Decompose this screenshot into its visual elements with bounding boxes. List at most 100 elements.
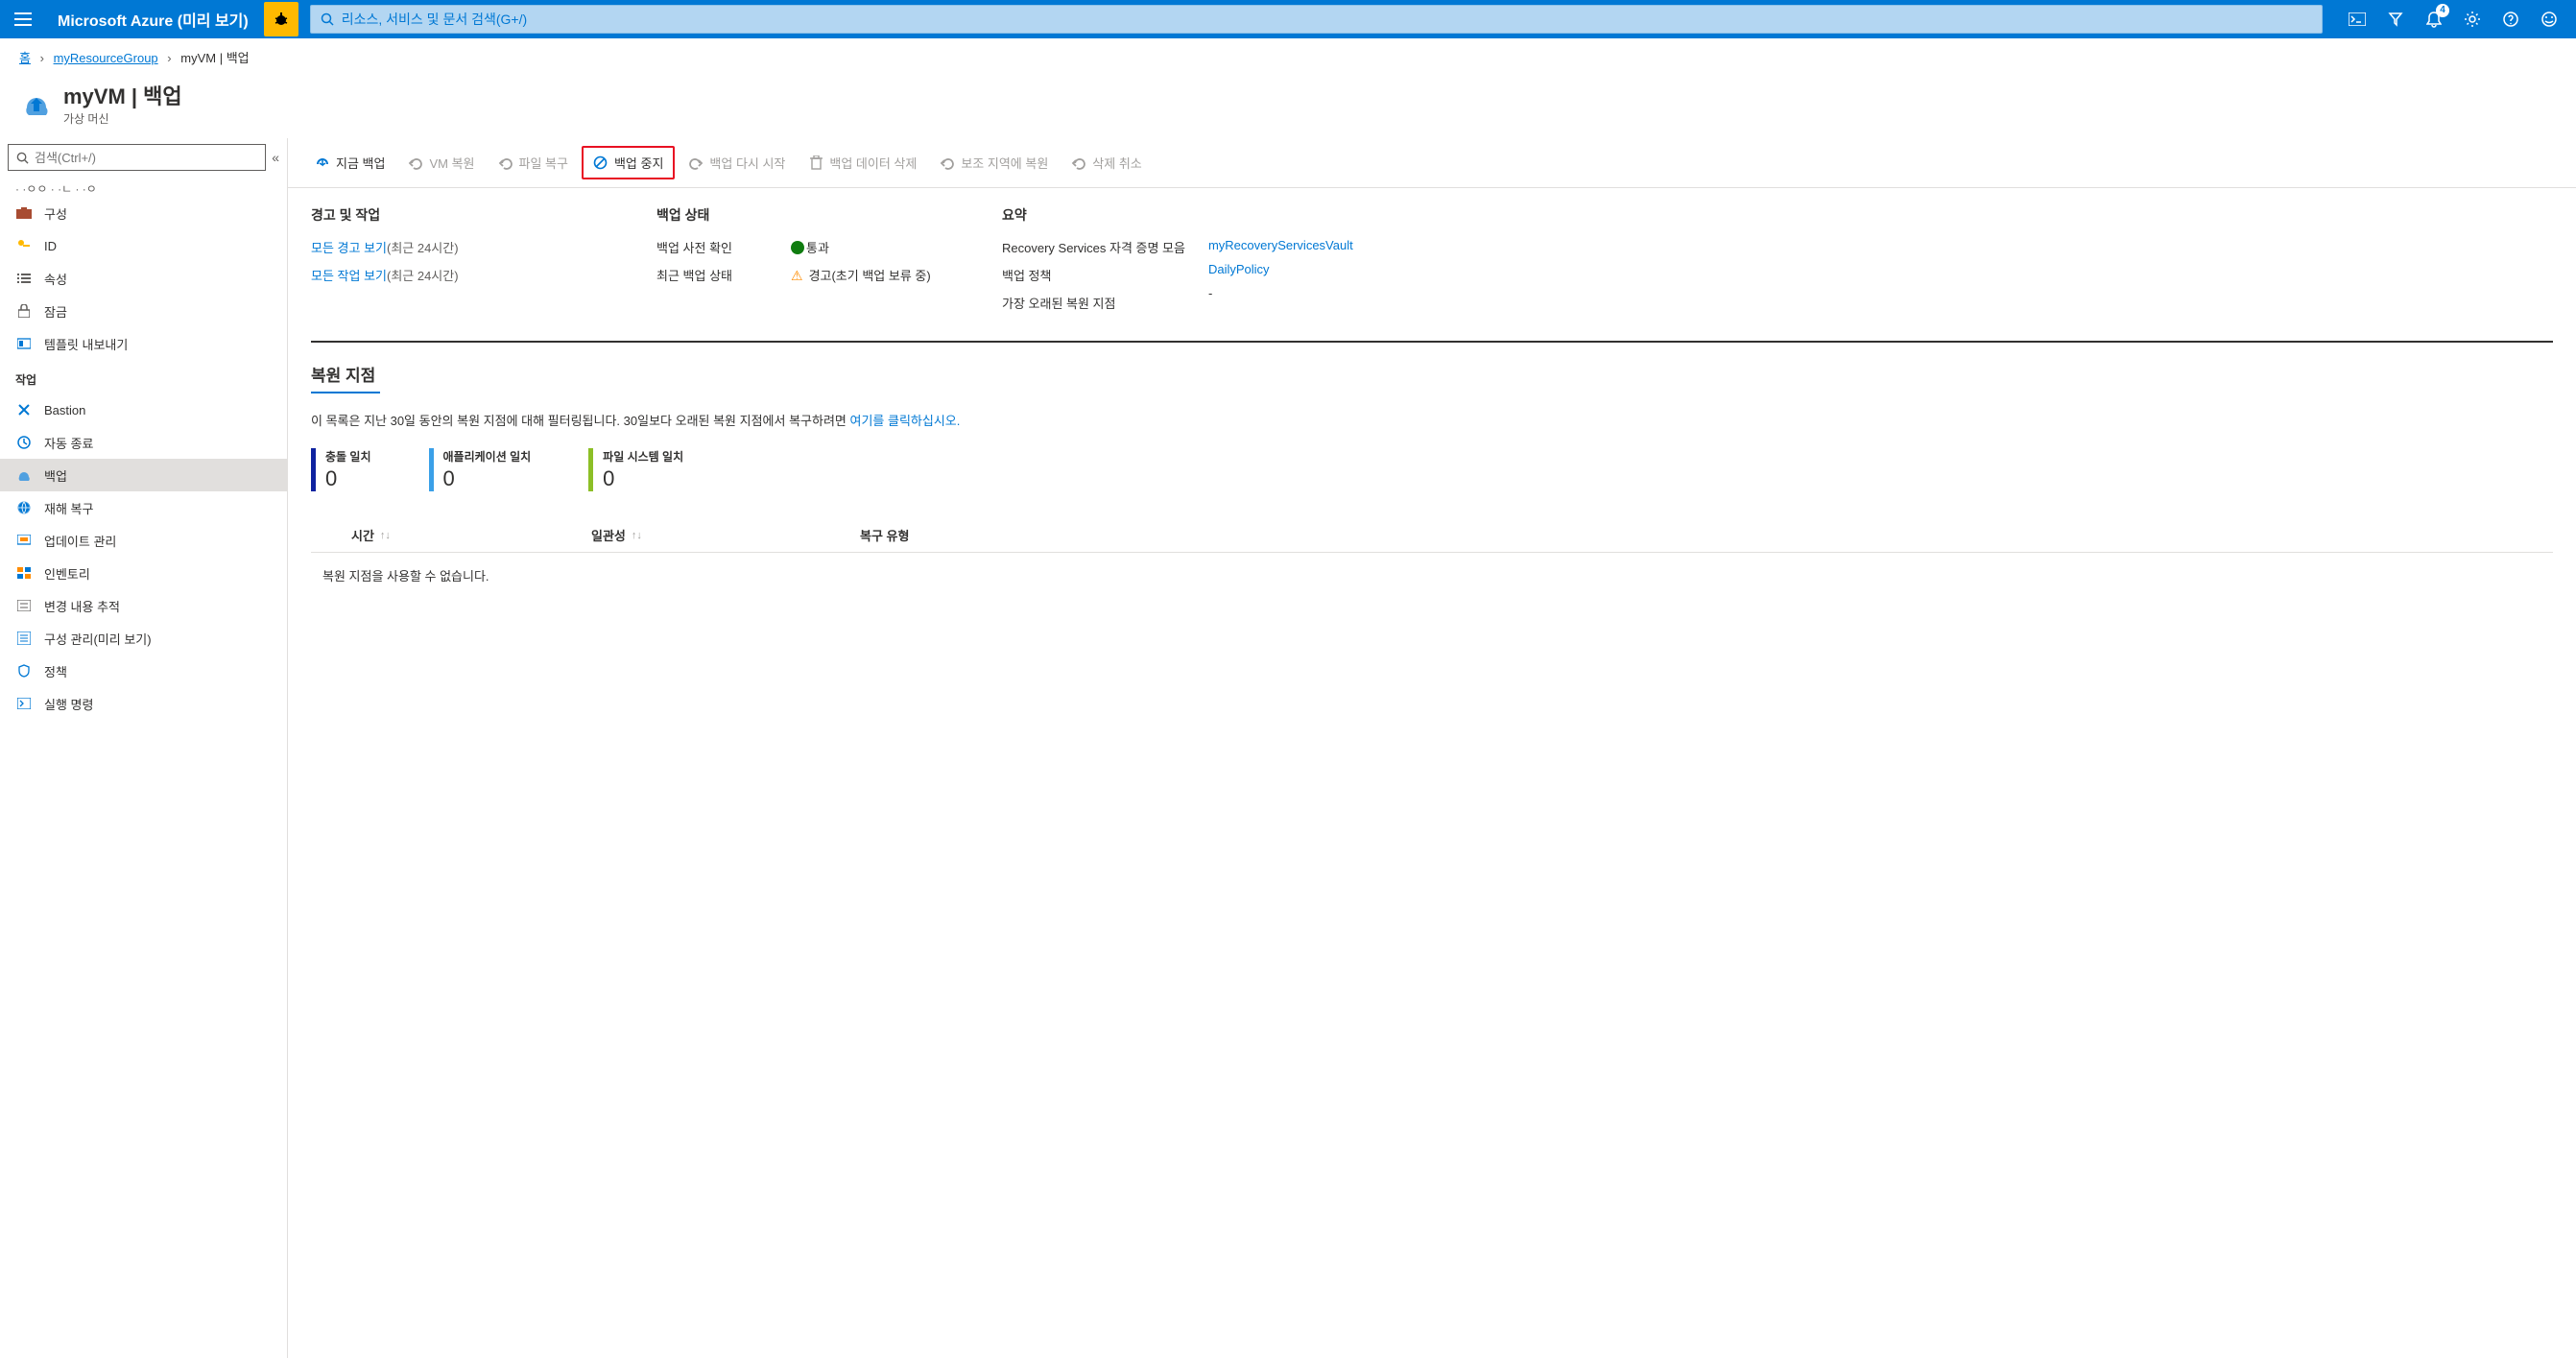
sidebar-item-identity[interactable]: ID <box>0 229 287 262</box>
cloud-shell-icon[interactable] <box>2338 0 2376 38</box>
sidebar-item-auto-shutdown[interactable]: 자동 종료 <box>0 426 287 459</box>
sidebar-item-run-command[interactable]: 실행 명령 <box>0 687 287 720</box>
sidebar-item-config-management[interactable]: 구성 관리(미리 보기) <box>0 622 287 655</box>
policy-link[interactable]: DailyPolicy <box>1208 262 1353 276</box>
feedback-icon[interactable] <box>2530 0 2568 38</box>
sidebar-item-label: 업데이트 관리 <box>44 532 116 550</box>
sidebar-item-label: 재해 복구 <box>44 499 93 517</box>
sidebar-item-policies[interactable]: 정책 <box>0 655 287 687</box>
global-search-input[interactable] <box>342 12 2312 27</box>
sidebar-item-backup[interactable]: 백업 <box>0 459 287 491</box>
topbar-actions: 4 <box>2330 0 2576 38</box>
all-jobs-link[interactable]: 모든 작업 보기 <box>311 266 387 284</box>
sidebar-item-label: Bastion <box>44 403 85 417</box>
search-icon <box>321 12 334 26</box>
preview-bug-icon[interactable] <box>264 2 298 36</box>
sidebar-item-update-management[interactable]: 업데이트 관리 <box>0 524 287 557</box>
key-icon <box>15 237 33 254</box>
sidebar-search[interactable] <box>8 144 266 171</box>
sidebar-item-change-tracking[interactable]: 변경 내용 추적 <box>0 589 287 622</box>
file-recovery-button[interactable]: 파일 복구 <box>489 148 578 178</box>
resume-icon <box>688 155 704 171</box>
restore-counters: 충돌 일치 0 애플리케이션 일치 0 파일 시스템 일치 0 <box>311 448 2553 491</box>
resume-backup-button[interactable]: 백업 다시 시작 <box>679 148 795 178</box>
restore-secondary-button[interactable]: 보조 지역에 복원 <box>930 148 1058 178</box>
oldest-label: 가장 오래된 복원 지점 <box>1002 294 1185 312</box>
sidebar-item-label: 정책 <box>44 662 67 680</box>
backup-now-button[interactable]: 지금 백업 <box>305 148 394 178</box>
page-header: myVM | 백업 가상 머신 <box>0 76 2576 138</box>
page-subtitle: 가상 머신 <box>63 110 182 127</box>
policy-label: 백업 정책 <box>1002 266 1185 284</box>
sidebar-item-bastion[interactable]: Bastion <box>0 393 287 426</box>
undo-delete-button[interactable]: 삭제 취소 <box>1061 148 1151 178</box>
sidebar-collapse[interactable]: « <box>272 150 279 165</box>
brand-label[interactable]: Microsoft Azure (미리 보기) <box>46 8 260 31</box>
sidebar-item-inventory[interactable]: 인벤토리 <box>0 557 287 589</box>
breadcrumb-group[interactable]: myResourceGroup <box>54 51 158 65</box>
restore-points-title: 복원 지점 <box>311 362 2553 386</box>
notifications-icon[interactable]: 4 <box>2415 0 2453 38</box>
update-icon <box>15 532 33 549</box>
sidebar-item-configuration[interactable]: 구성 <box>0 197 287 229</box>
summary-title: 요약 <box>1002 205 2553 225</box>
hamburger-menu[interactable] <box>0 0 46 38</box>
sidebar-item-export-template[interactable]: 템플릿 내보내기 <box>0 327 287 360</box>
hamburger-icon <box>14 12 32 26</box>
help-icon[interactable] <box>2492 0 2530 38</box>
col-consistency[interactable]: 일관성↑↓ <box>591 526 860 544</box>
col-recovery-type[interactable]: 복구 유형 <box>860 526 2541 544</box>
backup-status-section: 백업 상태 백업 사전 확인 통과 최근 백업 상태 경고(초기 백업 보류 중… <box>656 205 944 322</box>
sidebar-item-properties[interactable]: 속성 <box>0 262 287 295</box>
settings-icon[interactable] <box>2453 0 2492 38</box>
counter-fs: 파일 시스템 일치 0 <box>588 448 683 491</box>
undo-icon <box>498 155 513 171</box>
delete-backup-data-button[interactable]: 백업 데이터 삭제 <box>799 148 926 178</box>
stop-backup-button[interactable]: 백업 중지 <box>582 146 675 179</box>
breadcrumb-current: myVM | 백업 <box>180 51 249 65</box>
tab-underline <box>311 392 380 393</box>
sidebar-item-label: 템플릿 내보내기 <box>44 335 128 353</box>
notification-badge: 4 <box>2436 4 2449 17</box>
sidebar-truncated-item[interactable]: · ·ㅇㅇ · ·ㄴ · ·ㅇ <box>0 180 287 197</box>
oldest-value: - <box>1208 286 1353 300</box>
all-alerts-link[interactable]: 모든 경고 보기 <box>311 238 387 256</box>
sidebar-search-input[interactable] <box>35 151 257 165</box>
sidebar-item-label: 구성 <box>44 204 67 223</box>
last-backup-status: 경고(초기 백업 보류 중) <box>791 266 931 284</box>
sidebar: « · ·ㅇㅇ · ·ㄴ · ·ㅇ 구성 ID 속성 잠금 템플릿 내 <box>0 138 288 1358</box>
undo-icon <box>940 155 955 171</box>
vm-resource-icon <box>19 86 54 121</box>
alerts-timeframe: (최근 24시간) <box>387 238 459 256</box>
breadcrumb-home[interactable]: 홈 <box>19 51 31 65</box>
sidebar-item-label: 속성 <box>44 270 67 288</box>
sidebar-item-label: 구성 관리(미리 보기) <box>44 630 152 648</box>
topbar: Microsoft Azure (미리 보기) 4 <box>0 0 2576 38</box>
summary-section: 요약 Recovery Services 자격 증명 모음 백업 정책 가장 오… <box>1002 205 2553 322</box>
directory-filter-icon[interactable] <box>2376 0 2415 38</box>
backup-icon <box>15 466 33 484</box>
precheck-status: 통과 <box>791 238 829 256</box>
alerts-section: 경고 및 작업 모든 경고 보기 (최근 24시간) 모든 작업 보기 (최근 … <box>311 205 599 322</box>
global-search[interactable] <box>310 5 2323 34</box>
vm-restore-button[interactable]: VM 복원 <box>398 148 484 178</box>
undo-icon <box>408 155 423 171</box>
last-backup-label: 최근 백업 상태 <box>656 266 791 284</box>
page-title: myVM | 백업 <box>63 80 182 110</box>
sidebar-item-disaster-recovery[interactable]: 재해 복구 <box>0 491 287 524</box>
config-icon <box>15 630 33 647</box>
vault-link[interactable]: myRecoveryServicesVault <box>1208 238 1353 252</box>
lock-icon <box>15 302 33 320</box>
status-title: 백업 상태 <box>656 205 944 225</box>
restore-table-empty: 복원 지점을 사용할 수 없습니다. <box>311 553 2553 598</box>
trash-icon <box>808 155 823 171</box>
bastion-icon <box>15 401 33 418</box>
restore-older-link[interactable]: 여기를 클릭하십시오. <box>850 414 961 428</box>
undo-icon <box>1071 155 1086 171</box>
command-bar: 지금 백업 VM 복원 파일 복구 백업 중지 백업 다시 시작 백업 데이터 … <box>288 138 2576 188</box>
col-time[interactable]: 시간↑↓ <box>322 526 591 544</box>
sidebar-item-label: 인벤토리 <box>44 564 90 583</box>
sidebar-item-label: 실행 명령 <box>44 695 93 713</box>
sidebar-item-locks[interactable]: 잠금 <box>0 295 287 327</box>
sidebar-item-label: 변경 내용 추적 <box>44 597 120 615</box>
